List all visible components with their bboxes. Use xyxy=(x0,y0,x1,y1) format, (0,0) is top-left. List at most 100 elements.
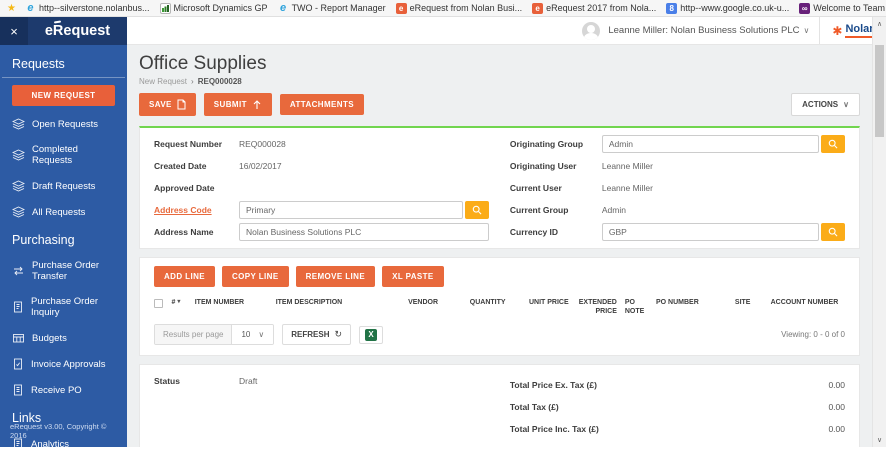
field-originating-group: Originating Group xyxy=(510,133,845,155)
field-approved-date: Approved Date xyxy=(154,177,489,199)
currency-id-input[interactable] xyxy=(602,223,819,241)
new-request-button[interactable]: NEW REQUEST xyxy=(12,85,115,106)
status-totals-panel: Status Draft Total Price Ex. Tax (£) 0.0… xyxy=(139,364,860,447)
save-file-icon xyxy=(177,99,186,110)
column-po-number[interactable]: PO NUMBER xyxy=(652,298,722,307)
ie-icon: e xyxy=(278,3,289,14)
column-extended-price[interactable]: EXTENDED PRICE xyxy=(573,298,621,316)
line-items-header-row: # ▾ ITEM NUMBER ITEM DESCRIPTION VENDOR … xyxy=(154,298,845,316)
nolan-mark-icon: ✱ xyxy=(832,24,842,38)
sort-desc-icon: ▾ xyxy=(177,299,180,307)
sidebar-item-open-requests[interactable]: Open Requests xyxy=(0,111,127,137)
close-icon[interactable]: × xyxy=(0,17,28,45)
search-icon xyxy=(472,205,482,215)
column-site[interactable]: SITE xyxy=(722,298,768,307)
field-current-user: Current User Leanne Miller xyxy=(510,177,845,199)
document-icon xyxy=(12,384,24,396)
browser-bookmarks-bar: ★ e http--silverstone.nolanbus... Micros… xyxy=(0,0,886,17)
column-po-note[interactable]: PO NOTE xyxy=(621,298,652,316)
search-icon xyxy=(828,227,838,237)
xl-paste-button[interactable]: XL PASTE xyxy=(382,266,444,287)
field-request-number: Request Number REQ000028 xyxy=(154,133,489,155)
currency-id-search-button[interactable] xyxy=(821,223,845,241)
bookmark-dynamics-gp[interactable]: Microsoft Dynamics GP xyxy=(155,3,273,14)
column-account-number[interactable]: ACCOUNT NUMBER xyxy=(768,298,845,307)
erequest-icon: e xyxy=(396,3,407,14)
field-originating-user: Originating User Leanne Miller xyxy=(510,155,845,177)
layers-icon xyxy=(12,206,25,218)
document-icon xyxy=(12,301,24,313)
layers-icon xyxy=(12,180,25,192)
sidebar-item-po-inquiry[interactable]: Purchase Order Inquiry xyxy=(0,289,127,325)
save-button[interactable]: SAVE xyxy=(139,93,196,116)
user-menu[interactable]: Leanne Miller: Nolan Business Solutions … xyxy=(608,25,809,36)
address-name-input[interactable] xyxy=(239,223,489,241)
results-per-page-control: Results per page 10 ∨ xyxy=(154,324,274,345)
vertical-scrollbar[interactable]: ∧ ∨ xyxy=(872,17,886,447)
user-name: Leanne Miller: Nolan Business Solutions … xyxy=(608,25,799,36)
scrollbar-thumb[interactable] xyxy=(875,45,884,137)
google-icon: 8 xyxy=(666,3,677,14)
bookmark-team-foundation[interactable]: ∞ Welcome to Team Found... xyxy=(794,3,886,14)
sidebar-item-all-requests[interactable]: All Requests xyxy=(0,199,127,225)
document-check-icon xyxy=(12,358,24,370)
field-address-name: Address Name xyxy=(154,221,489,243)
add-line-button[interactable]: ADD LINE xyxy=(154,266,215,287)
excel-icon: X xyxy=(365,329,377,341)
export-excel-button[interactable]: X xyxy=(359,326,383,344)
bookmark-google[interactable]: 8 http--www.google.co.uk-u... xyxy=(661,3,794,14)
originating-group-input[interactable] xyxy=(602,135,819,153)
column-line-number[interactable]: # ▾ xyxy=(171,298,194,307)
submit-button[interactable]: SUBMIT xyxy=(204,93,272,116)
column-item-description[interactable]: ITEM DESCRIPTION xyxy=(276,298,390,307)
total-price-inc-tax-row: Total Price Inc. Tax (£) 0.00 xyxy=(510,418,845,440)
line-items-panel: ADD LINE COPY LINE REMOVE LINE XL PASTE … xyxy=(139,257,860,356)
refresh-button[interactable]: REFRESH ↻ xyxy=(282,324,351,345)
status-value: Draft xyxy=(239,376,257,386)
scroll-up-icon[interactable]: ∧ xyxy=(873,20,886,28)
address-code-input[interactable] xyxy=(239,201,463,219)
sidebar-item-invoice-approvals[interactable]: Invoice Approvals xyxy=(0,351,127,377)
select-all-checkbox[interactable] xyxy=(154,299,163,308)
sidebar-item-completed-requests[interactable]: Completed Requests xyxy=(0,137,127,173)
total-price-ex-tax-row: Total Price Ex. Tax (£) 0.00 xyxy=(510,374,845,396)
ie-icon: e xyxy=(25,3,36,14)
originating-group-search-button[interactable] xyxy=(821,135,845,153)
address-code-link[interactable]: Address Code xyxy=(154,205,239,215)
header-right: Leanne Miller: Nolan Business Solutions … xyxy=(127,17,886,45)
sidebar-item-po-transfer[interactable]: Purchase Order Transfer xyxy=(0,253,127,289)
pagination-row: Results per page 10 ∨ REFRESH ↻ X Viewin… xyxy=(154,324,845,345)
copy-line-button[interactable]: COPY LINE xyxy=(222,266,289,287)
layers-icon xyxy=(12,118,25,130)
bookmark-two-report-manager[interactable]: e TWO - Report Manager xyxy=(273,3,391,14)
column-unit-price[interactable]: UNIT PRICE xyxy=(519,298,573,307)
sidebar-item-receive-po[interactable]: Receive PO xyxy=(0,377,127,403)
column-vendor[interactable]: VENDOR xyxy=(389,298,460,307)
breadcrumb-parent[interactable]: New Request xyxy=(139,77,187,86)
dynamics-gp-icon xyxy=(160,3,171,14)
sidebar-item-budgets[interactable]: Budgets xyxy=(0,325,127,351)
viewing-count: Viewing: 0 - 0 of 0 xyxy=(781,330,845,339)
favorites-star-icon[interactable]: ★ xyxy=(3,3,20,14)
transfer-icon xyxy=(12,265,25,277)
scroll-down-icon[interactable]: ∨ xyxy=(873,436,886,444)
erequest-icon: e xyxy=(532,3,543,14)
sidebar-item-draft-requests[interactable]: Draft Requests xyxy=(0,173,127,199)
attachments-button[interactable]: ATTACHMENTS xyxy=(280,94,364,115)
chevron-down-icon: ∨ xyxy=(804,26,810,35)
bookmark-erequest-nolan[interactable]: e eRequest from Nolan Busi... xyxy=(391,3,528,14)
address-code-search-button[interactable] xyxy=(465,201,489,219)
page-size-select[interactable]: 10 ∨ xyxy=(232,325,273,344)
field-address-code: Address Code xyxy=(154,199,489,221)
form-left-column: Request Number REQ000028 Created Date 16… xyxy=(154,133,489,243)
bookmark-silverstone[interactable]: e http--silverstone.nolanbus... xyxy=(20,3,155,14)
chevron-down-icon: ∨ xyxy=(258,330,264,339)
sidebar-footer-version: eRequest v3.00, Copyright © 2016 xyxy=(10,422,123,440)
submit-arrow-icon xyxy=(252,99,262,110)
bookmark-erequest-2017[interactable]: e eRequest 2017 from Nola... xyxy=(527,3,661,14)
remove-line-button[interactable]: REMOVE LINE xyxy=(296,266,376,287)
sidebar: Requests NEW REQUEST Open Requests Compl… xyxy=(0,45,127,447)
column-item-number[interactable]: ITEM NUMBER xyxy=(195,298,276,307)
actions-button[interactable]: ACTIONS ∨ xyxy=(791,93,860,116)
column-quantity[interactable]: QUANTITY xyxy=(461,298,519,307)
